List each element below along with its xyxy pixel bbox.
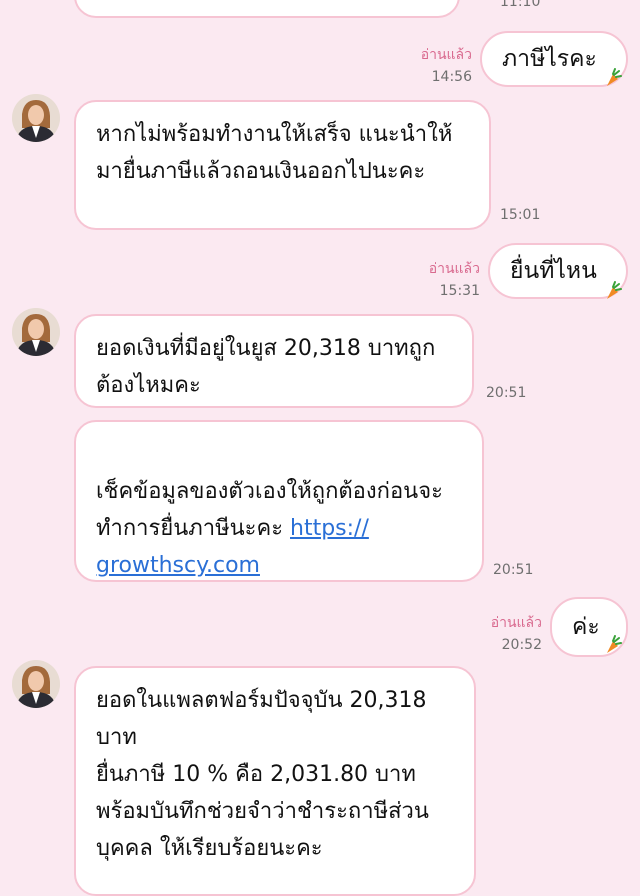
message-bubble-incoming: ยอดในแพลตฟอร์มปัจจุบัน 20,318 บาท ยื่นภา… bbox=[74, 666, 476, 896]
message-bubble-incoming-partial bbox=[74, 0, 460, 18]
avatar bbox=[12, 94, 60, 142]
avatar bbox=[12, 660, 60, 708]
read-status: อ่านแล้ว bbox=[490, 615, 542, 631]
message-time: 20:51 bbox=[486, 385, 527, 401]
message-time: 20:51 bbox=[493, 562, 534, 578]
carrot-icon bbox=[607, 68, 622, 86]
message-time: 11:10 bbox=[500, 0, 541, 10]
message-text: เช็คข้อมูลของตัวเองให้ถูกต้องก่อนจะ ทำกา… bbox=[96, 479, 443, 541]
read-status: อ่านแล้ว bbox=[428, 261, 480, 277]
message-bubble-incoming: หากไม่พร้อมทำงานให้เสร็จ แนะนำให้ มายื่น… bbox=[74, 100, 491, 230]
message-time: 20:52 bbox=[501, 637, 542, 653]
message-meta: อ่านแล้ว 15:31 bbox=[418, 260, 480, 300]
message-time: 15:31 bbox=[439, 283, 480, 299]
message-time: 14:56 bbox=[431, 69, 472, 85]
message-meta: อ่านแล้ว 14:56 bbox=[410, 46, 472, 86]
message-time: 15:01 bbox=[500, 207, 541, 223]
message-bubble-incoming: ยอดเงินที่มีอยู่ในยูส 20,318 บาทถูก ต้อง… bbox=[74, 314, 474, 408]
carrot-icon bbox=[607, 281, 622, 299]
message-link[interactable]: https:// bbox=[290, 516, 369, 541]
avatar bbox=[12, 308, 60, 356]
message-meta: อ่านแล้ว 20:52 bbox=[480, 614, 542, 654]
message-bubble-incoming: เช็คข้อมูลของตัวเองให้ถูกต้องก่อนจะ ทำกา… bbox=[74, 420, 484, 582]
carrot-icon bbox=[607, 635, 622, 653]
read-status: อ่านแล้ว bbox=[420, 47, 472, 63]
message-link[interactable]: growthscy.com bbox=[96, 553, 260, 578]
